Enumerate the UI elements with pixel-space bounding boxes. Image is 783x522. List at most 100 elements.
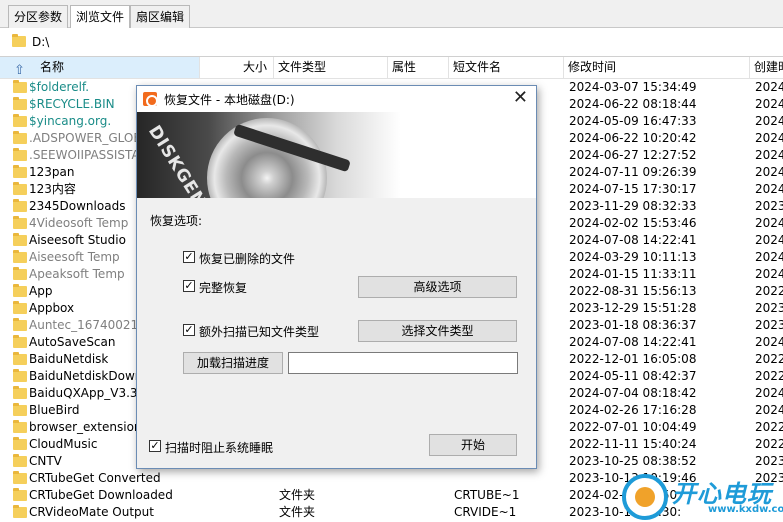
file-name-cell: $yincang.org. xyxy=(29,114,112,128)
folder-icon xyxy=(13,420,27,433)
modified-time-cell: 2024-07-11 09:26:39 xyxy=(569,165,697,179)
folder-icon xyxy=(13,369,27,382)
created-time-cell: 2024 xyxy=(755,80,783,94)
folder-icon xyxy=(13,80,27,93)
modified-time-cell: 2024-06-27 12:27:52 xyxy=(569,148,697,162)
created-time-cell: 2023 xyxy=(755,454,783,468)
modified-time-cell: 2023-10-25 08:38:52 xyxy=(569,454,697,468)
file-name-cell: App xyxy=(29,284,53,298)
current-path: D:\ xyxy=(32,35,50,49)
created-time-cell: 2024 xyxy=(755,131,783,145)
recover-deleted-label: 恢复已删除的文件 xyxy=(199,252,296,266)
modified-time-cell: 2024-07-04 08:18:42 xyxy=(569,386,697,400)
modified-time-cell: 2024-06-22 08:18:44 xyxy=(569,97,697,111)
checkbox-extra-scan[interactable]: ✓ xyxy=(183,324,195,336)
created-time-cell: 2024 xyxy=(755,403,783,417)
folder-icon xyxy=(13,216,27,229)
tab-browse-files[interactable]: 浏览文件 xyxy=(70,5,131,29)
select-file-types-button[interactable]: 选择文件类型 xyxy=(358,320,517,342)
sort-up-icon: ⇧ xyxy=(14,63,25,78)
column-header-modified[interactable]: 修改时间 xyxy=(564,57,750,78)
created-time-cell: 2023 xyxy=(755,199,783,213)
load-scan-progress-button[interactable]: 加载扫描进度 xyxy=(183,352,283,374)
file-name-cell: Aiseesoft Temp xyxy=(29,250,120,264)
file-name-cell: CRTubeGet Downloaded xyxy=(29,488,173,502)
diskgenius-app-icon xyxy=(143,92,158,107)
file-name-cell: CloudMusic xyxy=(29,437,98,451)
created-time-cell: 2024 xyxy=(755,114,783,128)
file-list-header: ⇧ 名称 大小 文件类型 属性 短文件名 修改时间 创建时 xyxy=(0,57,783,79)
created-time-cell: 2024 xyxy=(755,165,783,179)
extra-scan-label: 额外扫描已知文件类型 xyxy=(199,325,320,339)
watermark: 开心电玩 www.kxdw.com xyxy=(622,472,783,522)
folder-icon xyxy=(13,131,27,144)
column-header-attr[interactable]: 属性 xyxy=(388,57,449,78)
modified-time-cell: 2024-06-22 10:20:42 xyxy=(569,131,697,145)
scan-progress-path-field[interactable] xyxy=(288,352,518,374)
short-name-cell: CRTUBE~1 xyxy=(454,488,520,502)
created-time-cell: 2022 xyxy=(755,437,783,451)
dialog-titlebar: 恢复文件 - 本地磁盘(D:) ✕ xyxy=(137,86,536,112)
created-time-cell: 2022 xyxy=(755,420,783,434)
checkbox-recover-deleted[interactable]: ✓ xyxy=(183,251,195,263)
file-name-cell: CRTubeGet Converted xyxy=(29,471,161,485)
recover-files-dialog: 恢复文件 - 本地磁盘(D:) ✕ DISKGENIUS 恢复选项: ✓ 恢复已… xyxy=(136,85,537,469)
folder-icon xyxy=(13,284,27,297)
folder-icon xyxy=(13,318,27,331)
folder-icon xyxy=(13,233,27,246)
column-header-size[interactable]: 大小 xyxy=(200,57,274,78)
close-icon[interactable]: ✕ xyxy=(513,88,528,108)
checkbox-complete-recovery[interactable]: ✓ xyxy=(183,280,195,292)
dialog-banner: DISKGENIUS xyxy=(137,112,536,198)
file-name-cell: 2345Downloads xyxy=(29,199,126,213)
column-header-short-name[interactable]: 短文件名 xyxy=(449,57,564,78)
created-time-cell: 2024 xyxy=(755,97,783,111)
modified-time-cell: 2024-07-08 14:22:41 xyxy=(569,233,697,247)
file-name-cell: CNTV xyxy=(29,454,62,468)
column-header-name[interactable]: ⇧ 名称 xyxy=(0,57,200,78)
tab-partition-params[interactable]: 分区参数 xyxy=(8,5,69,28)
checkbox-prevent-sleep[interactable]: ✓ xyxy=(149,440,161,452)
folder-icon xyxy=(13,352,27,365)
file-name-cell: BaiduNetdisk xyxy=(29,352,109,366)
tab-sector-edit[interactable]: 扇区编辑 xyxy=(130,5,191,28)
column-header-created[interactable]: 创建时 xyxy=(750,57,783,78)
folder-icon xyxy=(13,114,27,127)
file-name-cell: BaiduQXApp_V3.3. xyxy=(29,386,142,400)
created-time-cell: 2023 xyxy=(755,318,783,332)
folder-icon xyxy=(13,182,27,195)
folder-icon xyxy=(13,488,27,501)
file-name-cell: Aiseesoft Studio xyxy=(29,233,126,247)
file-name-cell: Appbox xyxy=(29,301,75,315)
created-time-cell: 2023 xyxy=(755,301,783,315)
folder-icon xyxy=(13,250,27,263)
created-time-cell: 2024 xyxy=(755,386,783,400)
modified-time-cell: 2024-02-26 17:16:28 xyxy=(569,403,697,417)
file-name-cell: 123pan xyxy=(29,165,75,179)
file-name-cell: Apeaksoft Temp xyxy=(29,267,125,281)
advanced-options-button[interactable]: 高级选项 xyxy=(358,276,517,298)
created-time-cell: 2024 xyxy=(755,335,783,349)
modified-time-cell: 2024-02-02 15:53:46 xyxy=(569,216,697,230)
watermark-logo-icon xyxy=(622,474,668,520)
file-name-cell: $RECYCLE.BIN xyxy=(29,97,115,111)
modified-time-cell: 2024-07-15 17:30:17 xyxy=(569,182,697,196)
start-button[interactable]: 开始 xyxy=(429,434,517,456)
column-header-type[interactable]: 文件类型 xyxy=(274,57,388,78)
modified-time-cell: 2024-01-15 11:33:11 xyxy=(569,267,697,281)
created-time-cell: 2024 xyxy=(755,250,783,264)
file-name-cell: Auntec_1674002126 xyxy=(29,318,154,332)
created-time-cell: 2022 xyxy=(755,352,783,366)
folder-icon xyxy=(13,437,27,450)
complete-recovery-label: 完整恢复 xyxy=(199,281,248,295)
file-name-cell: 4Videosoft Temp xyxy=(29,216,129,230)
folder-icon xyxy=(13,301,27,314)
created-time-cell: 2024 xyxy=(755,233,783,247)
folder-icon xyxy=(13,199,27,212)
created-time-cell: 2024 xyxy=(755,216,783,230)
folder-icon xyxy=(13,403,27,416)
short-name-cell: CRVIDE~1 xyxy=(454,505,517,519)
created-time-cell: 2022 xyxy=(755,284,783,298)
file-name-cell: browser_extension xyxy=(29,420,142,434)
folder-icon xyxy=(13,471,27,484)
